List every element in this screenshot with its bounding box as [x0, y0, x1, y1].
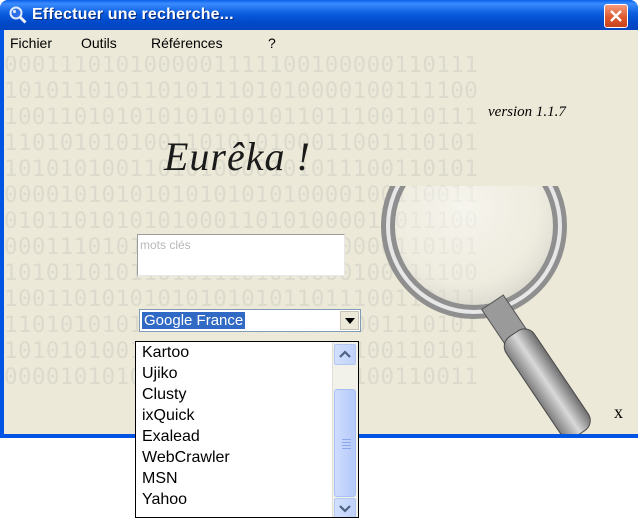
thumb-grip: [342, 445, 351, 446]
window-title: Effectuer une recherche...: [32, 6, 234, 23]
engine-option[interactable]: Ujiko: [142, 365, 178, 383]
binary-row: 1010110101101011101010000100111100: [4, 78, 479, 104]
scroll-down-icon: [339, 505, 351, 513]
engine-dropdown-list: Kartoo Ujiko Clusty ixQuick Exalead WebC…: [135, 341, 359, 518]
dropdown-scrollbar[interactable]: [332, 342, 358, 517]
scroll-up-button[interactable]: [334, 344, 356, 365]
dropdown-arrow-icon: [345, 318, 355, 324]
engine-option[interactable]: Exalead: [142, 428, 200, 446]
thumb-grip: [342, 439, 351, 440]
engine-option[interactable]: Clusty: [142, 386, 186, 404]
app-logo-text: Eurêka !: [164, 134, 311, 179]
title-bar[interactable]: Effectuer une recherche...: [0, 0, 638, 30]
scroll-thumb[interactable]: [334, 389, 356, 497]
app-magnifier-icon: [9, 6, 27, 24]
menu-bar: Fichier Outils Références ?: [4, 30, 638, 56]
menu-fichier[interactable]: Fichier: [10, 35, 52, 51]
corner-close-mark[interactable]: x: [614, 402, 623, 423]
engine-option[interactable]: MSN: [142, 470, 178, 488]
menu-help[interactable]: ?: [268, 35, 276, 51]
thumb-grip: [342, 448, 351, 449]
dropdown-arrow-button[interactable]: [340, 311, 359, 330]
scroll-down-button[interactable]: [334, 498, 356, 517]
magnifier-illustration-icon: [381, 186, 591, 438]
menu-references[interactable]: Références: [151, 35, 223, 51]
engine-option[interactable]: WebCrawler: [142, 449, 230, 467]
close-icon: [610, 10, 622, 22]
thumb-grip: [342, 442, 351, 443]
close-button[interactable]: [604, 4, 628, 28]
menu-outils[interactable]: Outils: [81, 35, 117, 51]
engine-option[interactable]: Yahoo: [142, 491, 187, 509]
engine-option[interactable]: ixQuick: [142, 407, 194, 425]
scroll-up-icon: [339, 350, 351, 358]
selected-engine: Google France: [142, 312, 246, 329]
version-label: version 1.1.7: [488, 104, 566, 120]
binary-row: 1001101010101010101011011100110111: [4, 104, 479, 130]
engine-option[interactable]: Kartoo: [142, 344, 189, 362]
search-engine-select[interactable]: Google France: [139, 309, 361, 332]
binary-row: 0001110101000001111100100000110111: [4, 56, 479, 78]
keywords-input[interactable]: mots clés: [137, 234, 345, 276]
